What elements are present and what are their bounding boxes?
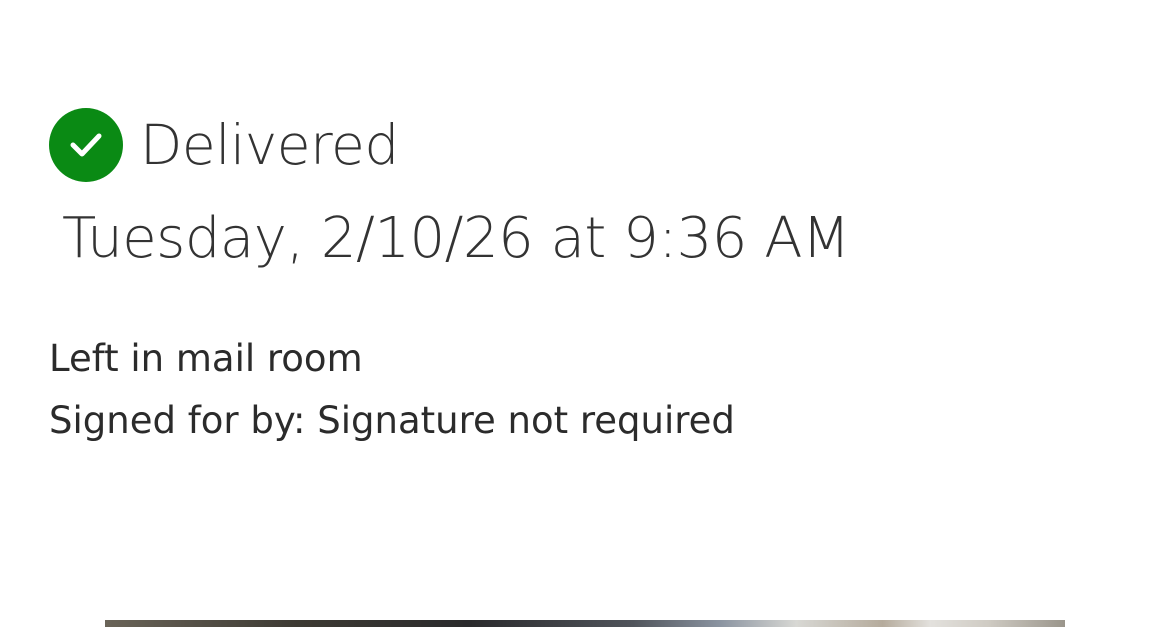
status-label: Delivered <box>140 112 399 177</box>
delivery-photo[interactable] <box>105 620 1065 627</box>
delivery-location: Left in mail room <box>49 337 363 380</box>
delivery-status: Delivered <box>49 108 399 182</box>
checkmark-icon <box>70 133 102 157</box>
check-circle-icon <box>49 108 123 182</box>
signature-info: Signed for by: Signature not required <box>49 399 735 442</box>
delivery-datetime: Tuesday, 2/10/26 at 9:36 AM <box>62 206 850 271</box>
